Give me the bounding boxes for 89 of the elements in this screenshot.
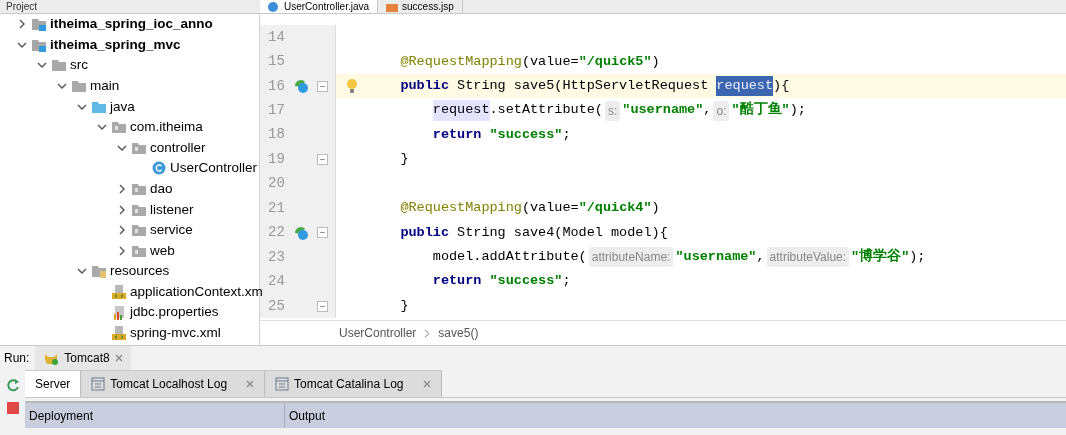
line-number: 14 bbox=[267, 27, 286, 47]
tree-item[interactable]: dao bbox=[0, 178, 173, 200]
parameter-hint: attributeValue: bbox=[766, 247, 850, 268]
bean-icon[interactable] bbox=[293, 224, 309, 241]
code-line: public String save5(HttpServletRequest request){ bbox=[400, 73, 790, 99]
line-number: 25 bbox=[267, 296, 286, 316]
folder-icon bbox=[92, 99, 106, 114]
parameter-hint: s: bbox=[604, 100, 621, 121]
parameter-hint: o: bbox=[713, 100, 730, 121]
column-header: Deployment bbox=[25, 403, 285, 428]
log-icon bbox=[275, 377, 290, 391]
folder-icon bbox=[92, 264, 106, 279]
tree-item[interactable]: itheima_spring_mvc bbox=[0, 34, 181, 56]
fold-icon[interactable] bbox=[316, 80, 328, 92]
code-line: } bbox=[400, 296, 409, 315]
tree-item[interactable]: applicationContext.xm bbox=[0, 281, 263, 303]
tree-item[interactable]: jdbc.properties bbox=[0, 302, 219, 323]
line-number: 22 bbox=[267, 223, 286, 243]
editor-tab[interactable]: success.jsp bbox=[378, 0, 463, 13]
breadcrumb-item[interactable]: UserController bbox=[339, 324, 417, 342]
module-icon bbox=[32, 37, 46, 52]
editor-tab[interactable]: UserController.java bbox=[260, 0, 379, 13]
properties-file-icon bbox=[112, 305, 126, 320]
tree-item[interactable]: listener bbox=[0, 199, 194, 220]
run-label: Run: bbox=[4, 350, 30, 367]
log-icon bbox=[91, 377, 106, 391]
console-tab[interactable]: Server bbox=[25, 370, 82, 397]
package-icon bbox=[132, 202, 146, 217]
tree-item[interactable]: src bbox=[0, 55, 88, 76]
bean-icon[interactable] bbox=[293, 78, 309, 95]
file-icon bbox=[386, 1, 399, 12]
code-line: @RequestMapping(value="/quick4") bbox=[400, 199, 660, 218]
xml-file-icon bbox=[112, 285, 126, 299]
panel-title: Project bbox=[5, 0, 39, 13]
console-tab[interactable]: Tomcat Catalina Log bbox=[265, 370, 442, 397]
line-number: 23 bbox=[267, 247, 286, 267]
package-icon bbox=[132, 182, 146, 197]
class-icon bbox=[268, 1, 280, 12]
tree-item[interactable]: UserController bbox=[0, 158, 258, 179]
code-line: request.setAttribute( s: "username", o: "酷丁鱼"); bbox=[432, 98, 806, 123]
package-icon bbox=[132, 140, 146, 155]
code-line: @RequestMapping(value="/quick5") bbox=[400, 52, 660, 71]
breadcrumb-item[interactable]: save5() bbox=[438, 324, 479, 342]
package-icon bbox=[132, 223, 146, 238]
console-tab[interactable]: Tomcat Localhost Log bbox=[81, 370, 266, 397]
code-line: public String save4(Model model){ bbox=[400, 223, 668, 242]
tree-item[interactable]: main bbox=[0, 75, 120, 97]
close-icon[interactable] bbox=[422, 380, 431, 388]
tree-item[interactable]: itheima_spring_ioc_anno bbox=[0, 14, 213, 35]
stop-icon[interactable] bbox=[6, 402, 19, 414]
run-tab[interactable]: Tomcat8 bbox=[35, 346, 131, 370]
fold-icon[interactable] bbox=[316, 300, 328, 312]
class-icon bbox=[152, 161, 166, 176]
chevron-icon bbox=[424, 328, 431, 338]
rerun-icon[interactable] bbox=[5, 378, 20, 392]
folder-icon bbox=[52, 58, 66, 73]
code-line: } bbox=[400, 150, 409, 169]
line-number: 19 bbox=[267, 149, 286, 169]
tree-item[interactable]: spring-mvc.xml bbox=[0, 322, 221, 344]
line-number: 17 bbox=[267, 101, 286, 121]
code-editor[interactable] bbox=[260, 14, 1066, 320]
tree-item[interactable]: java bbox=[0, 96, 135, 117]
fold-icon[interactable] bbox=[316, 227, 328, 239]
code-line: return "success"; bbox=[432, 125, 571, 144]
xml-file-icon bbox=[112, 326, 126, 341]
tree-item[interactable]: com.itheima bbox=[0, 116, 203, 138]
line-number: 21 bbox=[267, 198, 286, 218]
close-icon[interactable] bbox=[246, 380, 255, 388]
package-icon bbox=[132, 243, 146, 258]
lightbulb-icon[interactable] bbox=[346, 78, 358, 95]
tree-item[interactable]: resources bbox=[0, 261, 170, 282]
package-icon bbox=[112, 120, 126, 135]
line-number: 20 bbox=[267, 174, 286, 194]
folder-icon bbox=[72, 79, 86, 94]
fold-icon[interactable] bbox=[316, 153, 328, 165]
code-line: model.addAttribute( attributeName: "username", attributeValue: "博学谷"); bbox=[432, 244, 926, 270]
column-header: Output bbox=[288, 407, 326, 425]
close-icon[interactable] bbox=[114, 354, 123, 362]
line-number: 24 bbox=[267, 272, 286, 292]
line-number: 15 bbox=[267, 52, 286, 72]
tree-item[interactable]: controller bbox=[0, 137, 206, 159]
tree-item[interactable]: service bbox=[0, 219, 193, 241]
line-number: 18 bbox=[267, 125, 286, 145]
tree-item[interactable]: web bbox=[0, 240, 175, 262]
parameter-hint: attributeName: bbox=[588, 247, 674, 268]
module-icon bbox=[32, 17, 46, 32]
code-line: return "success"; bbox=[432, 272, 571, 291]
cat-icon bbox=[43, 351, 60, 365]
line-number: 16 bbox=[267, 76, 286, 96]
